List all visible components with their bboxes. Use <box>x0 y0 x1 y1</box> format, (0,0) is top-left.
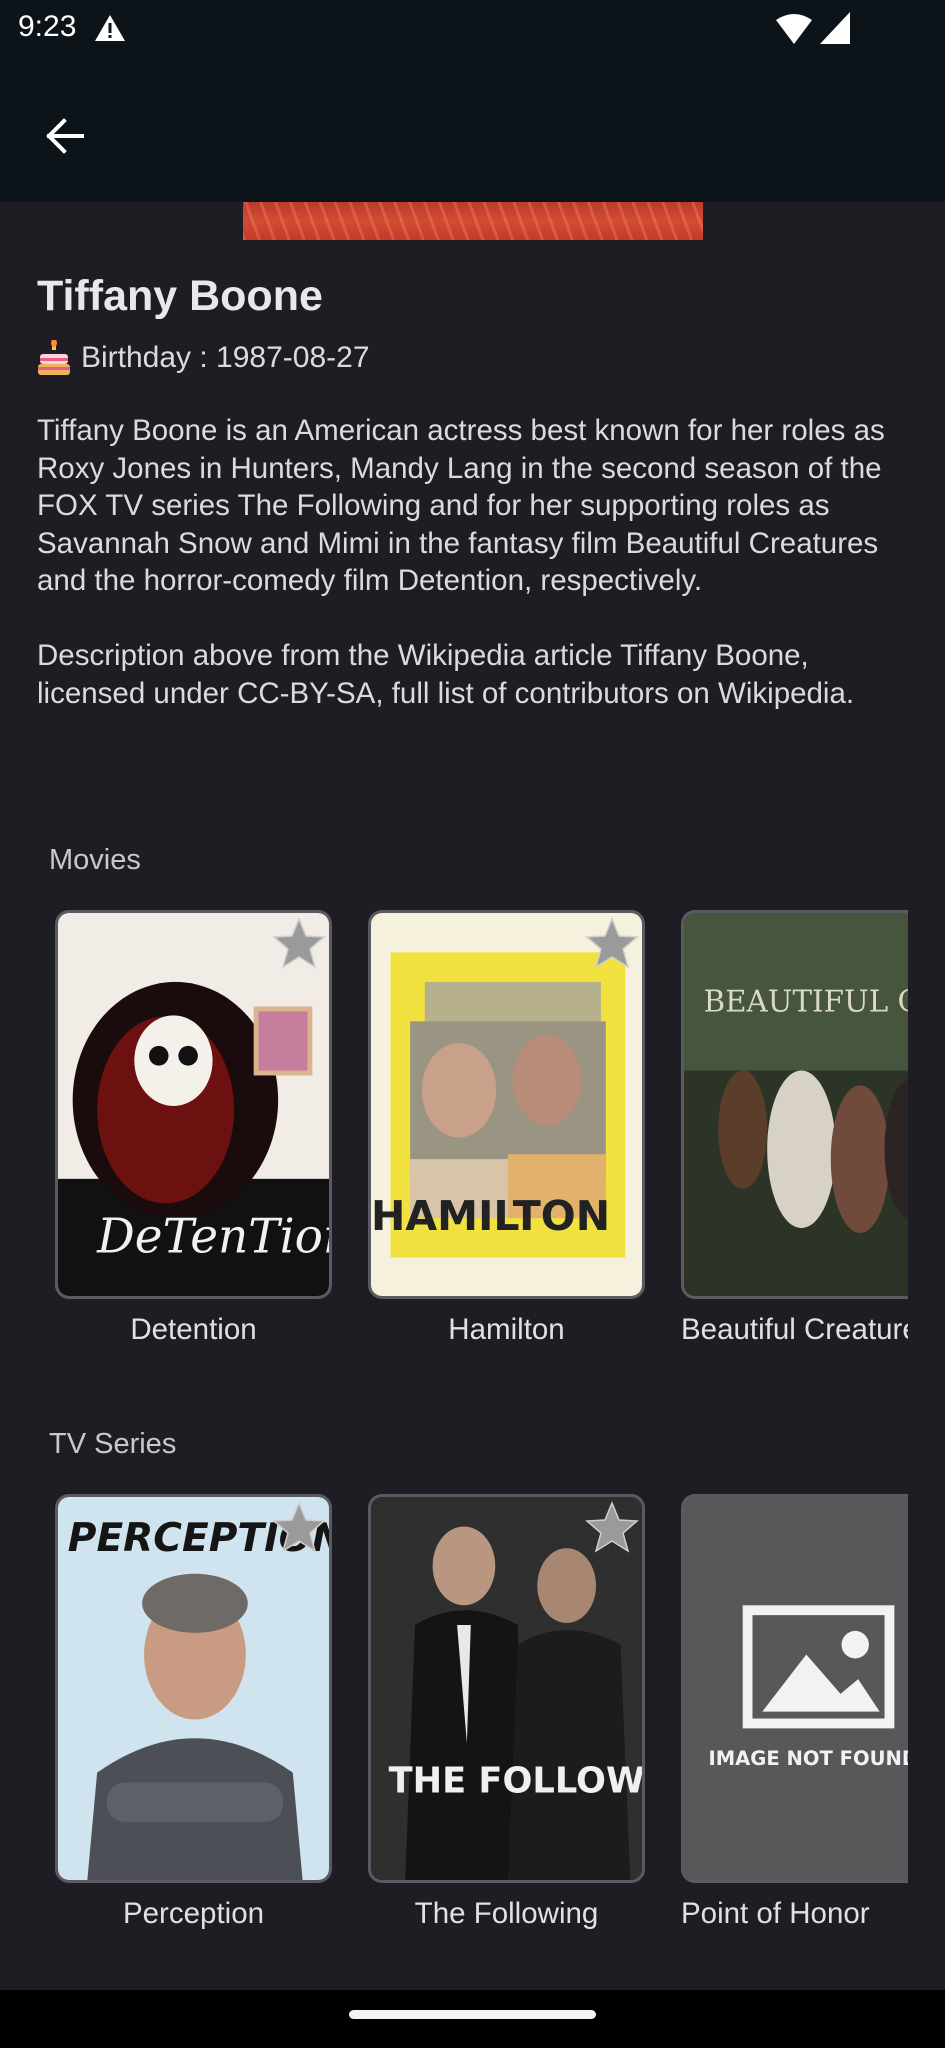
image-not-found-placeholder: IMAGE NOT FOUND <box>684 1497 908 1880</box>
movie-title: Beautiful Creatures <box>681 1313 908 1346</box>
app-bar <box>0 60 945 202</box>
tv-poster: IMAGE NOT FOUND <box>681 1494 908 1883</box>
tv-title: The Following <box>414 1897 599 1930</box>
movies-carousel[interactable]: DeTenTion Detention HAMILTON Hamilton BE… <box>55 910 908 1370</box>
movie-poster: BEAUTIFUL CREATURES <box>681 910 908 1299</box>
favorite-star-icon[interactable] <box>584 1499 640 1555</box>
tv-series-carousel[interactable]: PERCEPTION Perception THE FOLLOWING The … <box>55 1494 908 1954</box>
tv-series-section-title: TV Series <box>49 1428 177 1460</box>
system-nav-bar <box>0 1990 945 2048</box>
status-time: 9:23 <box>18 10 77 43</box>
biography: Tiffany Boone is an American actress bes… <box>37 412 907 750</box>
favorite-star-icon[interactable] <box>271 1499 327 1555</box>
tv-card-perception[interactable]: PERCEPTION Perception <box>55 1494 332 1931</box>
movie-card-detention[interactable]: DeTenTion Detention <box>55 910 332 1347</box>
status-bar: 9:23 <box>0 0 945 60</box>
movie-title: Hamilton <box>448 1313 565 1346</box>
movies-section-title: Movies <box>49 844 141 876</box>
movie-poster: HAMILTON <box>368 910 645 1299</box>
bio-paragraph: Tiffany Boone is an American actress bes… <box>37 414 885 597</box>
beautiful-creatures-poster-art: BEAUTIFUL CREATURES <box>684 913 908 1296</box>
favorite-star-icon[interactable] <box>271 915 327 971</box>
signal-icon <box>820 12 850 44</box>
movie-poster: DeTenTion <box>55 910 332 1299</box>
arrow-left-icon <box>46 118 84 154</box>
hamilton-poster-text: HAMILTON <box>371 1192 610 1240</box>
the-following-poster-text: THE FOLLOWING <box>389 1760 642 1801</box>
beautiful-creatures-poster-text: BEAUTIFUL CREATURES <box>704 984 908 1018</box>
birthday-text: Birthday : 1987-08-27 <box>81 341 370 374</box>
bio-attribution: Description above from the Wikipedia art… <box>37 639 855 710</box>
tv-poster: PERCEPTION <box>55 1494 332 1883</box>
favorite-star-icon[interactable] <box>584 915 640 971</box>
back-button[interactable] <box>30 102 98 170</box>
tv-poster: THE FOLLOWING <box>368 1494 645 1883</box>
tv-card-point-of-honor[interactable]: IMAGE NOT FOUND Point of Honor <box>681 1494 908 1931</box>
birthday-row: Birthday : 1987-08-27 <box>37 340 370 376</box>
image-not-found-text: IMAGE NOT FOUND <box>708 1747 908 1770</box>
tv-card-the-following[interactable]: THE FOLLOWING The Following <box>368 1494 645 1931</box>
warning-icon <box>95 15 125 41</box>
cake-icon <box>38 340 70 375</box>
person-name: Tiffany Boone <box>37 272 323 320</box>
wifi-icon <box>776 14 812 44</box>
tv-title: Perception <box>122 1897 265 1930</box>
detention-poster-text: DeTenTion <box>96 1210 329 1265</box>
tv-title: Point of Honor <box>681 1897 870 1930</box>
home-indicator[interactable] <box>349 2010 596 2019</box>
movie-title: Detention <box>130 1313 257 1346</box>
movie-card-beautiful-creatures[interactable]: BEAUTIFUL CREATURES Beautiful Creatures <box>681 910 908 1347</box>
movie-card-hamilton[interactable]: HAMILTON Hamilton <box>368 910 645 1347</box>
profile-image <box>243 202 703 240</box>
